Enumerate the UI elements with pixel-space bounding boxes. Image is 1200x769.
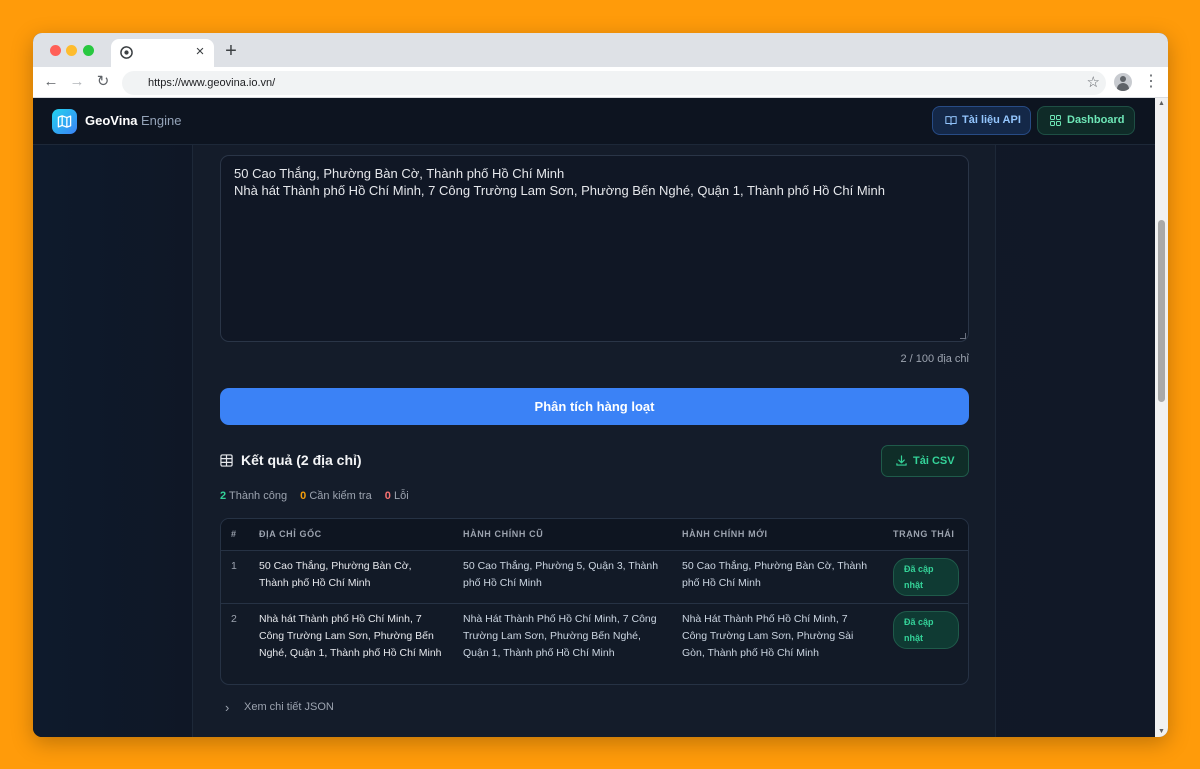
batch-panel: 50 Cao Thắng, Phường Bàn Cờ, Thành phố H… [192, 145, 996, 737]
status-cell: Đã cập nhật [883, 550, 968, 604]
stat-success: 2 Thành công [220, 490, 287, 502]
url-text: https://www.geovina.io.vn/ [148, 77, 276, 89]
api-docs-button[interactable]: Tài liệu API [932, 106, 1031, 135]
json-details-label: Xem chi tiết JSON [244, 701, 334, 713]
column-header: # [221, 519, 249, 551]
address-counter: 2 / 100 địa chỉ [900, 353, 970, 365]
address-line: 50 Cao Thắng, Phường Bàn Cờ, Thành phố H… [234, 166, 565, 181]
dashboard-label: Dashboard [1067, 114, 1125, 126]
new-admin-address: Nhà Hát Thành Phố Hồ Chí Minh, 7 Công Tr… [682, 612, 854, 659]
api-docs-label: Tài liệu API [962, 114, 1021, 126]
brand-name[interactable]: GeoVina [85, 113, 138, 128]
original-address: Nhà hát Thành phố Hồ Chí Minh, 7 Công Tr… [259, 612, 442, 659]
address-line: Nhà hát Thành phố Hồ Chí Minh, 7 Công Tr… [234, 183, 885, 198]
back-icon[interactable]: ← [41, 72, 61, 92]
maximize-window-button[interactable] [83, 45, 94, 56]
status-badge: Đã cập nhật [893, 610, 959, 649]
column-header: TRẠNG THÁI [883, 519, 968, 551]
scrollbar-thumb[interactable] [1158, 220, 1165, 402]
stat-success-count: 2 [220, 490, 227, 502]
stat-success-label: Thành công [228, 490, 288, 502]
new-tab-button[interactable]: + [221, 41, 241, 61]
old-admin-address: Nhà Hát Thành Phố Hồ Chí Minh, 7 Công Tr… [463, 612, 657, 659]
download-csv-label: Tải CSV [913, 455, 955, 467]
close-tab-icon[interactable]: × [192, 44, 208, 60]
stat-error-label: Lỗi [393, 490, 409, 502]
original-address: 50 Cao Thắng, Phường Bàn Cờ, Thành phố H… [249, 550, 453, 604]
scroll-up-icon[interactable]: ▲ [1158, 100, 1165, 107]
stat-error-count: 0 [384, 490, 391, 502]
column-header: ĐỊA CHỈ GỐC [249, 519, 453, 551]
resize-handle[interactable] [960, 333, 966, 339]
stat-check-count: 0 [300, 490, 307, 502]
dashboard-grid-icon [1050, 115, 1061, 126]
table-row[interactable]: 2 Nhà hát Thành phố Hồ Chí Minh, 7 Công … [221, 603, 968, 669]
page-viewport: GeoVina Engine Tài liệu API Dashboard 50… [33, 98, 1155, 737]
stat-error: 0 Lỗi [385, 490, 409, 502]
address-bar[interactable]: https://www.geovina.io.vn/ ☆ [122, 71, 1106, 95]
download-csv-button[interactable]: Tải CSV [881, 445, 969, 477]
stat-check: 0 Cần kiểm tra [300, 490, 372, 502]
map-logo-icon[interactable] [52, 109, 77, 134]
tab-strip: × + [33, 33, 1168, 67]
results-title: Kết quả (2 địa chỉ) [241, 452, 362, 468]
site-header: GeoVina Engine Tài liệu API Dashboard [33, 98, 1155, 145]
status-cell: Đã cập nhật [883, 603, 968, 669]
forward-icon[interactable]: → [67, 72, 87, 92]
close-window-button[interactable] [50, 45, 61, 56]
browser-window: × + ← → ↻ https://www.geovina.io.vn/ ☆ ⋮… [33, 33, 1168, 737]
scroll-down-icon[interactable]: ▼ [1158, 728, 1165, 735]
browser-tab[interactable]: × [111, 39, 214, 67]
brand-suffix: Engine [141, 113, 182, 128]
profile-avatar-icon[interactable] [1114, 73, 1132, 91]
table-header-row: # ĐỊA CHỈ GỐC HÀNH CHÍNH CŨ HÀNH CHÍNH M… [221, 519, 968, 551]
page-scrollbar[interactable]: ▲ ▼ [1155, 98, 1168, 737]
status-badge: Đã cập nhật [893, 557, 959, 596]
column-header: HÀNH CHÍNH CŨ [453, 519, 672, 551]
table-row[interactable]: 1 50 Cao Thắng, Phường Bàn Cờ, Thành phố… [221, 550, 968, 604]
row-index: 2 [231, 612, 237, 625]
table-icon [220, 454, 233, 467]
browser-menu-icon[interactable]: ⋮ [1143, 72, 1159, 92]
chrome-icon [120, 46, 133, 59]
browser-toolbar: ← → ↻ https://www.geovina.io.vn/ ☆ ⋮ [33, 67, 1168, 98]
dashboard-button[interactable]: Dashboard [1037, 106, 1135, 135]
book-icon [945, 116, 957, 126]
new-admin-address: 50 Cao Thắng, Phường Bàn Cờ, Thành phố H… [672, 550, 883, 604]
batch-analyze-button[interactable]: Phân tích hàng loạt [220, 388, 969, 425]
old-admin-address: 50 Cao Thắng, Phường 5, Quận 3, Thành ph… [453, 550, 672, 604]
address-textarea[interactable]: 50 Cao Thắng, Phường Bàn Cờ, Thành phố H… [220, 155, 969, 342]
results-stats: 2 Thành công 0 Cần kiểm tra 0 Lỗi [220, 490, 419, 502]
chevron-right-icon: › [225, 700, 230, 715]
minimize-window-button[interactable] [66, 45, 77, 56]
download-icon [896, 455, 907, 466]
stat-check-label: Cần kiểm tra [309, 490, 372, 502]
column-header: HÀNH CHÍNH MỚI [672, 519, 883, 551]
results-table: # ĐỊA CHỈ GỐC HÀNH CHÍNH CŨ HÀNH CHÍNH M… [220, 518, 969, 685]
reload-icon[interactable]: ↻ [93, 72, 113, 92]
row-index: 1 [221, 550, 249, 604]
bookmark-star-icon[interactable]: ☆ [1087, 73, 1100, 93]
